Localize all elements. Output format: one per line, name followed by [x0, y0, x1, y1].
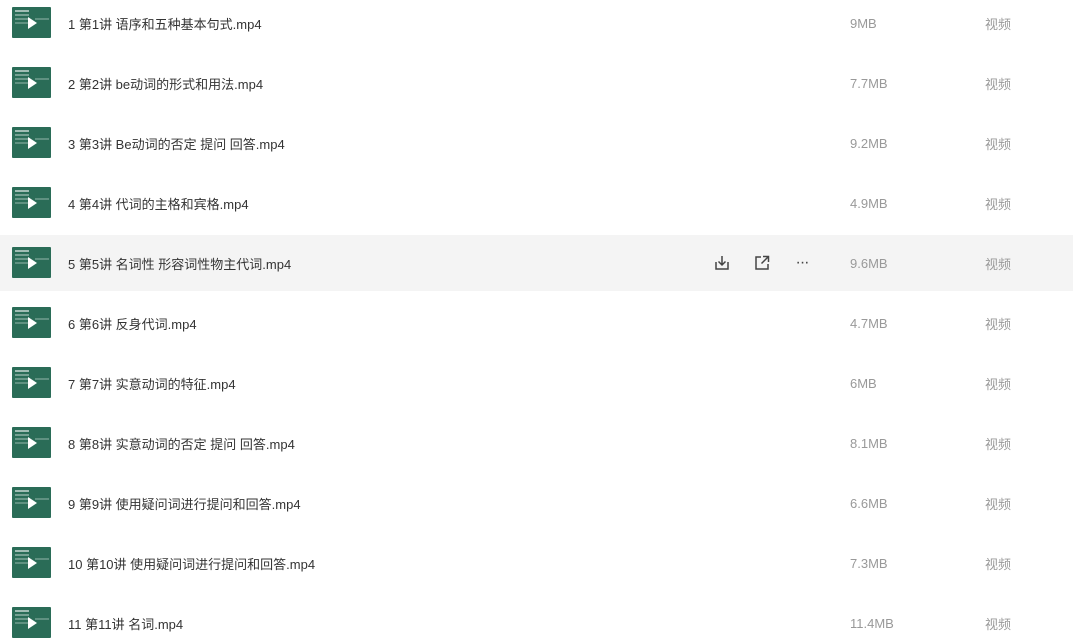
file-size: 6MB — [850, 375, 877, 391]
file-type: 视频 — [985, 256, 1012, 272]
play-icon — [27, 496, 37, 509]
file-size: 9MB — [850, 15, 877, 31]
play-icon — [27, 376, 37, 389]
file-name[interactable]: 7 第7讲 实意动词的特征.mp4 — [68, 374, 236, 393]
file-size: 9.6MB — [850, 255, 888, 271]
file-type: 视频 — [985, 136, 1012, 152]
share-button[interactable] — [752, 253, 772, 273]
file-type: 视频 — [985, 436, 1012, 452]
file-name[interactable]: 4 第4讲 代词的主格和宾格.mp4 — [68, 194, 249, 213]
video-thumbnail[interactable] — [12, 427, 51, 458]
video-thumbnail[interactable] — [12, 367, 51, 398]
file-type: 视频 — [985, 196, 1012, 212]
more-button[interactable]: ··· — [792, 253, 812, 273]
file-type: 视频 — [985, 616, 1012, 632]
download-icon — [715, 256, 729, 270]
file-name[interactable]: 9 第9讲 使用疑问词进行提问和回答.mp4 — [68, 494, 301, 513]
file-size: 9.2MB — [850, 135, 888, 151]
file-row[interactable]: 7 第7讲 实意动词的特征.mp4 6MB 视频 — [0, 355, 1073, 411]
file-row[interactable]: 8 第8讲 实意动词的否定 提问 回答.mp4 8.1MB 视频 — [0, 415, 1073, 471]
video-thumbnail[interactable] — [12, 127, 51, 158]
file-name[interactable]: 5 第5讲 名词性 形容词性物主代词.mp4 — [68, 254, 291, 273]
row-actions: ··· — [712, 235, 832, 291]
video-thumbnail[interactable] — [12, 247, 51, 278]
play-icon — [27, 256, 37, 269]
video-thumbnail[interactable] — [12, 607, 51, 638]
file-list: 1 第1讲 语序和五种基本句式.mp4 9MB 视频 2 第2讲 be动词的形式… — [0, 0, 1073, 644]
video-thumbnail[interactable] — [12, 187, 51, 218]
play-icon — [27, 196, 37, 209]
play-icon — [27, 616, 37, 629]
play-icon — [27, 556, 37, 569]
file-type: 视频 — [985, 316, 1012, 332]
file-size: 7.7MB — [850, 75, 888, 91]
file-name[interactable]: 1 第1讲 语序和五种基本句式.mp4 — [68, 14, 262, 33]
file-name[interactable]: 3 第3讲 Be动词的否定 提问 回答.mp4 — [68, 134, 285, 153]
file-size: 7.3MB — [850, 555, 888, 571]
play-icon — [27, 436, 37, 449]
file-type: 视频 — [985, 496, 1012, 512]
file-type: 视频 — [985, 376, 1012, 392]
file-row[interactable]: 1 第1讲 语序和五种基本句式.mp4 9MB 视频 — [0, 0, 1073, 51]
video-thumbnail[interactable] — [12, 487, 51, 518]
file-size: 4.7MB — [850, 315, 888, 331]
video-thumbnail[interactable] — [12, 7, 51, 38]
file-size: 11.4MB — [850, 615, 894, 631]
file-row-hovered[interactable]: 5 第5讲 名词性 形容词性物主代词.mp4 ··· 9.6MB 视频 — [0, 235, 1073, 291]
file-row[interactable]: 3 第3讲 Be动词的否定 提问 回答.mp4 9.2MB 视频 — [0, 115, 1073, 171]
file-type: 视频 — [985, 16, 1012, 32]
play-icon — [27, 76, 37, 89]
share-icon — [755, 255, 770, 270]
file-name[interactable]: 2 第2讲 be动词的形式和用法.mp4 — [68, 74, 263, 93]
file-size: 6.6MB — [850, 495, 888, 511]
file-size: 8.1MB — [850, 435, 888, 451]
file-row[interactable]: 2 第2讲 be动词的形式和用法.mp4 7.7MB 视频 — [0, 55, 1073, 111]
play-icon — [27, 316, 37, 329]
file-row[interactable]: 11 第11讲 名词.mp4 11.4MB 视频 — [0, 595, 1073, 644]
video-thumbnail[interactable] — [12, 67, 51, 98]
file-type: 视频 — [985, 556, 1012, 572]
file-name[interactable]: 8 第8讲 实意动词的否定 提问 回答.mp4 — [68, 434, 295, 453]
file-row[interactable]: 4 第4讲 代词的主格和宾格.mp4 4.9MB 视频 — [0, 175, 1073, 231]
file-row[interactable]: 9 第9讲 使用疑问词进行提问和回答.mp4 6.6MB 视频 — [0, 475, 1073, 531]
file-name[interactable]: 10 第10讲 使用疑问词进行提问和回答.mp4 — [68, 554, 315, 573]
video-thumbnail[interactable] — [12, 307, 51, 338]
file-name[interactable]: 11 第11讲 名词.mp4 — [68, 614, 183, 633]
video-thumbnail[interactable] — [12, 547, 51, 578]
file-name[interactable]: 6 第6讲 反身代词.mp4 — [68, 314, 197, 333]
more-icon: ··· — [795, 254, 810, 271]
play-icon — [27, 16, 37, 29]
file-row[interactable]: 10 第10讲 使用疑问词进行提问和回答.mp4 7.3MB 视频 — [0, 535, 1073, 591]
file-row[interactable]: 6 第6讲 反身代词.mp4 4.7MB 视频 — [0, 295, 1073, 351]
play-icon — [27, 136, 37, 149]
download-button[interactable] — [712, 253, 732, 273]
file-type: 视频 — [985, 76, 1012, 92]
file-size: 4.9MB — [850, 195, 888, 211]
